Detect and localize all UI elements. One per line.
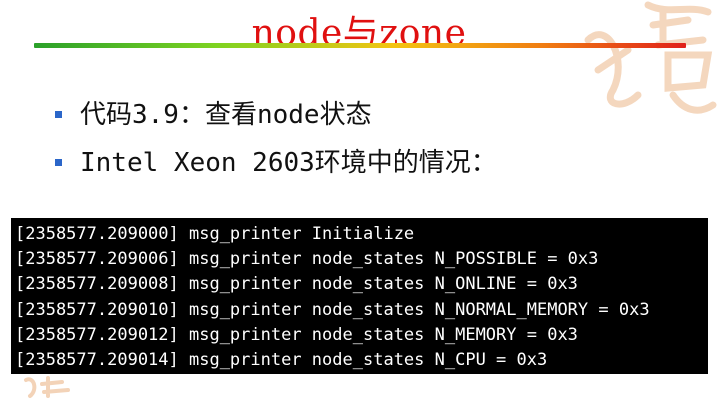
terminal-output: [2358577.209000] msg_printer Initialize … (11, 218, 708, 374)
terminal-line: [2358577.209012] msg_printer node_states… (15, 324, 578, 345)
bullet-item: 代码3.9：查看node状态 (55, 88, 705, 136)
bullet-text: 代码3.9：查看node状态 (80, 99, 372, 130)
bullet-item: Intel Xeon 2603环境中的情况： (55, 136, 705, 184)
terminal-line: [2358577.209010] msg_printer node_states… (15, 299, 650, 320)
terminal-line: [2358577.209008] msg_printer node_states… (15, 274, 578, 295)
bullet-list: 代码3.9：查看node状态 Intel Xeon 2603环境中的情况： (55, 88, 705, 184)
slide: node与zone 代码3.9：查看node状态 Intel Xeon 2603… (0, 0, 718, 401)
terminal-line: [2358577.209006] msg_printer node_states… (15, 249, 599, 270)
calligraphy-watermark-small-icon (24, 376, 70, 398)
terminal-line: [2358577.209000] msg_printer Initialize (15, 224, 415, 244)
slide-title: node与zone (251, 13, 467, 54)
bullet-text: Intel Xeon 2603环境中的情况： (80, 147, 497, 178)
terminal-line: [2358577.209014] msg_printer node_states… (15, 349, 548, 370)
bullet-square-icon (55, 110, 62, 118)
title-gradient-rule (34, 43, 686, 48)
bullet-square-icon (55, 158, 62, 166)
